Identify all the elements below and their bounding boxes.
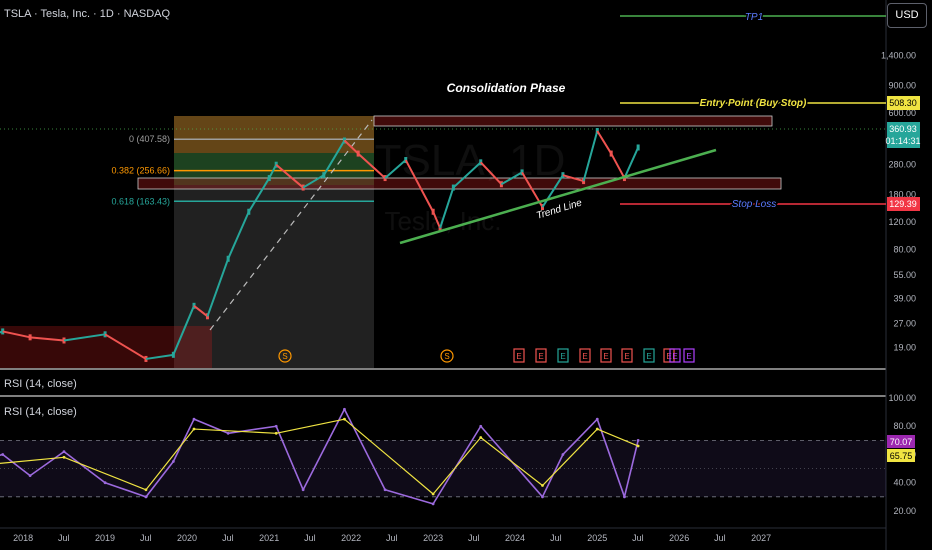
last-price-countdown: 01:14:31 [885,136,920,146]
currency-button[interactable]: USD [887,3,927,28]
earnings-marker-label: E [686,352,691,361]
time-tick-label: 2027 [751,533,771,543]
fib-level-label: 0.382 (256.66) [111,166,170,176]
fib-level-label: 0.618 (163.43) [111,196,170,206]
time-tick-label: 2026 [669,533,689,543]
price-tick-label: 900.00 [888,80,916,90]
time-tick-label: 2018 [13,533,33,543]
fib-level-label: 0 (407.58) [129,134,170,144]
price-tick-label: 39.00 [893,293,916,303]
resistance-zone [373,115,773,127]
stop-price-tag: 129.39 [889,199,917,209]
rsi-point [636,438,640,442]
symbol-header: TSLA · Tesla, Inc. · 1D · NASDAQ [4,8,171,20]
time-tick-label: 2019 [95,533,115,543]
time-tick-label: Jul [550,533,562,543]
time-tick-label: Jul [140,533,152,543]
time-tick-label: 2023 [423,533,443,543]
earnings-marker-label: E [582,352,587,361]
rsi-signal-point [636,444,640,448]
rsi-signal-tag: 65.75 [890,451,913,461]
entry-label: Entry Point (Buy Stop) [700,98,807,109]
last-price-tag: 360.93 [889,124,917,134]
fib-zone-0-0382 [174,116,374,153]
watermark-ticker: TSLA, 1D [375,136,566,185]
time-tick-label: 2020 [177,533,197,543]
time-tick-label: Jul [386,533,398,543]
time-tick-label: Jul [714,533,726,543]
time-tick-label: 2021 [259,533,279,543]
time-tick-label: Jul [304,533,316,543]
time-tick-label: Jul [58,533,70,543]
earnings-marker-label: E [666,352,671,361]
earnings-marker-label: E [646,352,651,361]
tp1-label: TP1 [745,12,763,23]
stop-loss-label: Stop Loss [732,199,776,210]
split-marker-label: S [282,352,287,361]
rsi-tick-label: 100.00 [888,393,916,403]
time-tick-label: Jul [632,533,644,543]
consolidation-label: Consolidation Phase [447,81,566,95]
earnings-marker-label: E [624,352,629,361]
price-tick-label: 80.00 [893,245,916,255]
earnings-marker-label: E [560,352,565,361]
time-tick-label: Jul [468,533,480,543]
rsi-tick-label: 80.00 [893,421,916,431]
time-tick-label: Jul [222,533,234,543]
price-candle [636,144,640,151]
time-tick-label: 2022 [341,533,361,543]
price-tick-label: 1,400.00 [881,51,916,61]
rsi-tick-label: 20.00 [893,506,916,516]
earnings-marker-label: E [516,352,521,361]
entry-price-tag: 508.30 [889,98,917,108]
price-tick-label: 280.00 [888,160,916,170]
price-tick-label: 19.00 [893,342,916,352]
price-tick-label: 27.00 [893,318,916,328]
earnings-marker-label: E [672,352,677,361]
price-tick-label: 55.00 [893,270,916,280]
earnings-marker-label: E [603,352,608,361]
earnings-marker-label: E [538,352,543,361]
rsi-pane-label: RSI (14, close) [4,406,77,418]
split-marker-label: S [444,352,449,361]
time-tick-label: 2025 [587,533,607,543]
rsi-pane-label-top: RSI (14, close) [4,378,77,390]
rsi-tick-label: 40.00 [893,478,916,488]
rsi-value-tag: 70.07 [890,437,913,447]
price-tick-label: 120.00 [888,217,916,227]
time-tick-label: 2024 [505,533,525,543]
chart-canvas[interactable]: TSLA, 1DTesla, Inc. 0 (407.58)0.382 (256… [0,0,932,550]
